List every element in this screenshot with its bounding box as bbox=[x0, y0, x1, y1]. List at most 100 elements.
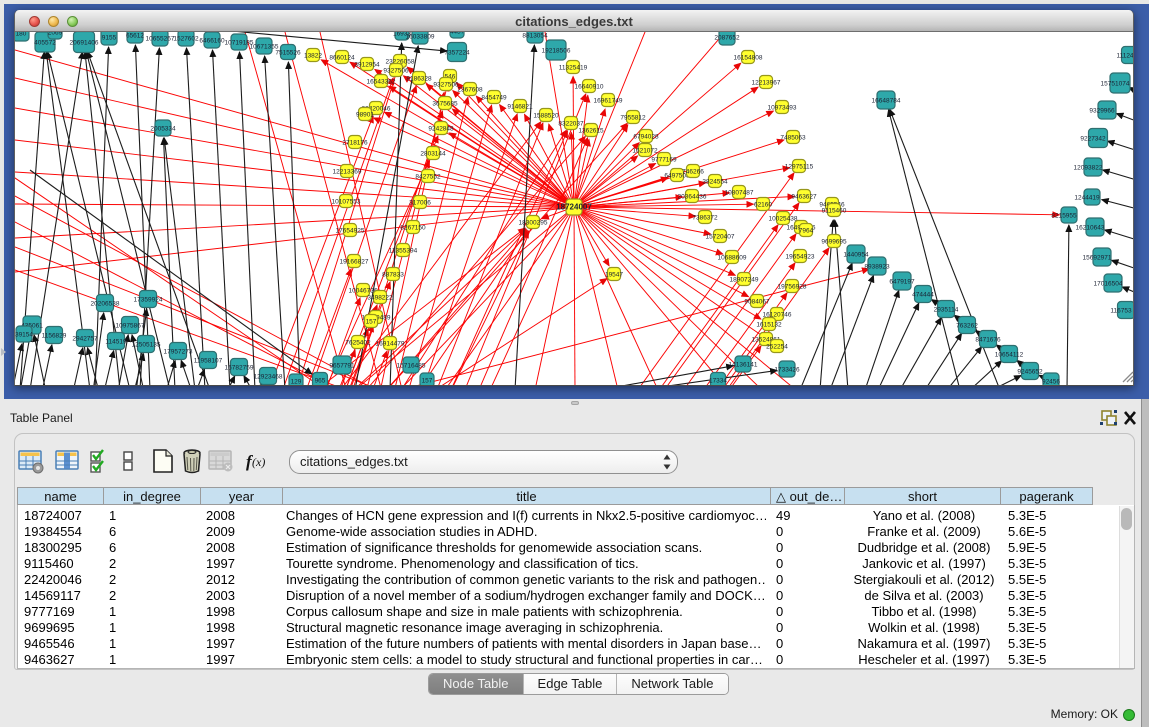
svg-text:98901: 98901 bbox=[356, 112, 374, 119]
svg-text:65612: 65612 bbox=[126, 33, 144, 40]
svg-text:12505135: 12505135 bbox=[132, 342, 161, 349]
svg-text:17654925: 17654925 bbox=[336, 228, 365, 235]
svg-text:62160: 62160 bbox=[754, 202, 772, 209]
svg-text:4437: 4437 bbox=[450, 32, 465, 36]
svg-text:116753: 116753 bbox=[1110, 308, 1132, 315]
svg-text:157: 157 bbox=[366, 319, 377, 326]
svg-text:18907249: 18907249 bbox=[730, 277, 759, 284]
svg-text:16914479: 16914479 bbox=[376, 341, 405, 348]
svg-text:2367608: 2367608 bbox=[457, 87, 483, 94]
svg-text:9329966: 9329966 bbox=[1089, 108, 1115, 115]
svg-text:15720407: 15720407 bbox=[706, 234, 735, 241]
svg-text:7515526: 7515526 bbox=[275, 50, 301, 57]
svg-text:3824554: 3824554 bbox=[702, 179, 728, 186]
svg-text:10975867: 10975867 bbox=[116, 323, 145, 330]
svg-text:7386372: 7386372 bbox=[692, 215, 718, 222]
svg-text:(x): (x) bbox=[252, 455, 265, 469]
svg-text:9463627: 9463627 bbox=[791, 194, 817, 201]
svg-text:8454749: 8454749 bbox=[481, 95, 507, 102]
svg-text:9327506: 9327506 bbox=[433, 82, 459, 89]
svg-text:19756928: 19756928 bbox=[778, 284, 807, 291]
svg-text:18300295: 18300295 bbox=[519, 220, 548, 227]
svg-text:92456: 92456 bbox=[1042, 379, 1060, 386]
svg-text:8267150: 8267150 bbox=[400, 225, 426, 232]
svg-text:8938923: 8938923 bbox=[864, 264, 890, 271]
svg-text:9146821: 9146821 bbox=[507, 104, 533, 111]
svg-text:18724007: 18724007 bbox=[556, 203, 592, 212]
svg-text:11124: 11124 bbox=[1116, 53, 1133, 60]
svg-text:2005334: 2005334 bbox=[150, 126, 176, 133]
svg-text:7964: 7964 bbox=[799, 228, 814, 235]
svg-text:8471676: 8471676 bbox=[975, 337, 1001, 344]
svg-text:20364436: 20364436 bbox=[678, 194, 707, 201]
svg-text:12923468: 12923468 bbox=[254, 374, 283, 381]
svg-text:2087652: 2087652 bbox=[714, 35, 740, 42]
svg-text:19654923: 19654923 bbox=[786, 254, 815, 261]
svg-text:15692971: 15692971 bbox=[1083, 255, 1112, 262]
svg-text:180: 180 bbox=[16, 32, 27, 38]
svg-text:252254: 252254 bbox=[766, 344, 788, 351]
svg-text:10973493: 10973493 bbox=[768, 105, 797, 112]
svg-text:8813054: 8813054 bbox=[522, 33, 548, 40]
svg-text:2069: 2069 bbox=[48, 32, 63, 37]
svg-text:7955812: 7955812 bbox=[620, 115, 646, 122]
svg-text:9115460: 9115460 bbox=[822, 208, 847, 215]
svg-text:9227342: 9227342 bbox=[1080, 136, 1106, 143]
svg-text:2803144: 2803144 bbox=[420, 151, 446, 158]
svg-text:16154808: 16154808 bbox=[734, 55, 763, 62]
svg-text:17957273: 17957273 bbox=[164, 349, 193, 356]
svg-text:2935114: 2935114 bbox=[934, 307, 959, 314]
svg-text:1156829: 1156829 bbox=[42, 333, 67, 340]
svg-text:474444: 474444 bbox=[912, 292, 934, 299]
svg-text:8322037: 8322037 bbox=[558, 121, 584, 128]
svg-text:16543362: 16543362 bbox=[367, 79, 396, 86]
svg-text:9242848: 9242848 bbox=[428, 126, 454, 133]
svg-text:16210643: 16210643 bbox=[1076, 225, 1105, 232]
svg-text:19547: 19547 bbox=[605, 272, 623, 279]
svg-text:9155: 9155 bbox=[102, 35, 117, 42]
svg-text:16961749: 16961749 bbox=[594, 98, 623, 105]
svg-text:20691406: 20691406 bbox=[70, 40, 99, 47]
svg-text:3675685: 3675685 bbox=[432, 101, 458, 108]
svg-text:9699695: 9699695 bbox=[821, 239, 847, 246]
svg-text:11325419: 11325419 bbox=[559, 65, 588, 72]
svg-text:6479197: 6479197 bbox=[889, 279, 915, 286]
svg-text:7625402: 7625402 bbox=[345, 340, 371, 347]
svg-text:9657791: 9657791 bbox=[329, 363, 355, 370]
svg-text:12213369: 12213369 bbox=[333, 169, 362, 176]
svg-text:11958107: 11958107 bbox=[194, 358, 223, 365]
svg-text:887833: 887833 bbox=[382, 272, 404, 279]
svg-text:10654112: 10654112 bbox=[995, 352, 1024, 359]
svg-text:16033809: 16033809 bbox=[406, 34, 435, 41]
svg-text:1440954: 1440954 bbox=[843, 252, 869, 259]
svg-text:9327506: 9327506 bbox=[383, 68, 409, 75]
svg-text:10025438: 10025438 bbox=[769, 216, 798, 223]
svg-text:39154: 39154 bbox=[15, 332, 33, 339]
svg-text:1527602: 1527602 bbox=[173, 36, 199, 43]
svg-text:1733426: 1733426 bbox=[774, 367, 800, 374]
svg-text:1588520: 1588520 bbox=[533, 113, 559, 120]
svg-text:16782759: 16782759 bbox=[225, 365, 254, 372]
svg-text:1244419: 1244419 bbox=[1074, 195, 1100, 202]
svg-text:1615132: 1615132 bbox=[756, 322, 782, 329]
svg-text:17359924: 17359924 bbox=[134, 297, 163, 304]
svg-text:13822: 13822 bbox=[304, 53, 322, 60]
svg-text:7357224: 7357224 bbox=[444, 50, 470, 57]
svg-text:9084067: 9084067 bbox=[744, 299, 770, 306]
svg-text:9777169: 9777169 bbox=[651, 157, 677, 164]
svg-text:1362615: 1362615 bbox=[578, 128, 604, 135]
svg-text:6794028: 6794028 bbox=[633, 134, 659, 141]
svg-text:16640910: 16640910 bbox=[575, 84, 604, 91]
svg-text:15751074: 15751074 bbox=[1101, 81, 1130, 88]
svg-text:6466160: 6466160 bbox=[199, 38, 225, 45]
svg-text:3498222: 3498222 bbox=[367, 295, 393, 302]
svg-text:7485063: 7485063 bbox=[780, 135, 806, 142]
svg-text:129: 129 bbox=[291, 379, 302, 386]
svg-text:10655267: 10655267 bbox=[146, 36, 175, 43]
svg-text:8427552: 8427552 bbox=[415, 174, 441, 181]
svg-text:20206538: 20206538 bbox=[91, 301, 120, 308]
svg-text:114519: 114519 bbox=[105, 339, 127, 346]
svg-text:2718176: 2718176 bbox=[342, 140, 368, 147]
svg-text:8186328: 8186328 bbox=[406, 76, 432, 83]
svg-text:19218506: 19218506 bbox=[542, 48, 571, 55]
